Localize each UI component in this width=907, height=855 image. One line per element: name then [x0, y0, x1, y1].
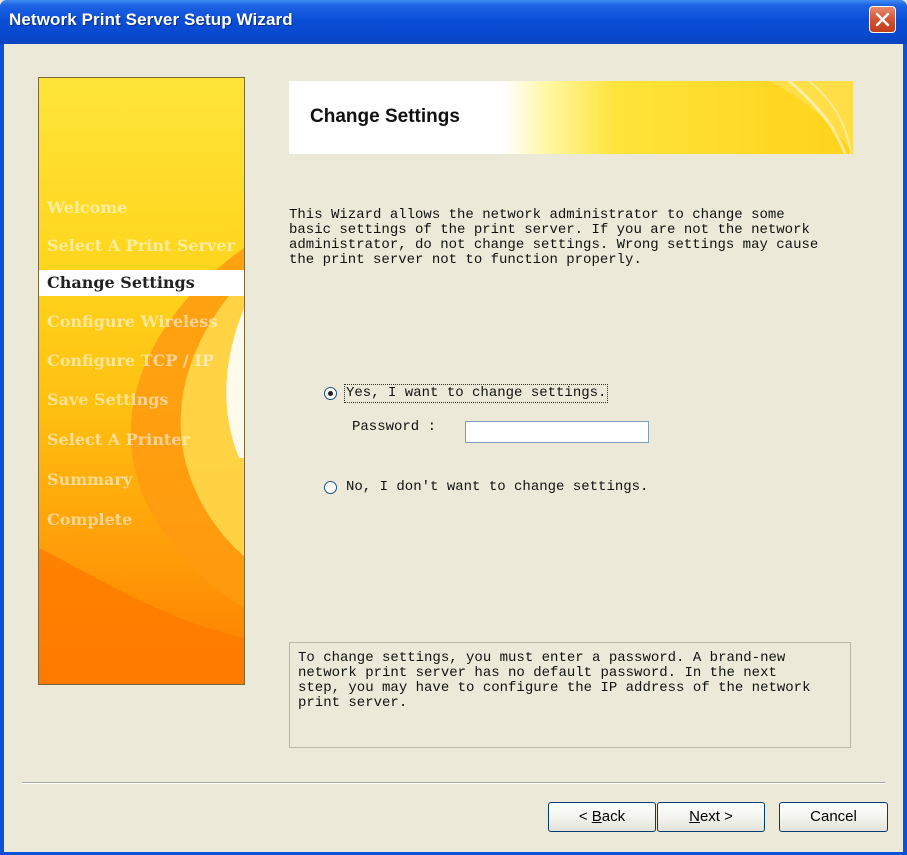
back-button[interactable]: < Back [548, 802, 656, 832]
password-input[interactable] [465, 421, 649, 443]
intro-line: This Wizard allows the network administr… [289, 207, 785, 223]
wizard-step-label: Select A Print Server [47, 236, 235, 255]
back-label-rest: ack [601, 808, 626, 825]
wizard-step-label: Configure Wireless [47, 312, 218, 331]
dialog-body: Welcome Select A Print Server Change Setti… [4, 44, 903, 852]
header-banner: Change Settings [289, 81, 853, 154]
wizard-step: Complete [47, 510, 132, 529]
close-icon [875, 12, 890, 27]
wizard-step: Save Settings [47, 390, 168, 409]
info-line: network print server has no default pass… [298, 665, 777, 681]
wizard-step-label: Change Settings [47, 273, 195, 292]
no-radio-label[interactable]: No, I don't want to change settings. [346, 480, 648, 495]
page-title: Change Settings [310, 106, 460, 127]
radio-selected-dot [328, 391, 333, 396]
window-title: Network Print Server Setup Wizard [9, 10, 293, 29]
yes-radio-label[interactable]: Yes, I want to change settings. [343, 384, 609, 403]
wizard-step-label: Save Settings [47, 390, 169, 409]
next-label-rest: ext > [699, 808, 733, 825]
password-label: Password : [352, 419, 437, 435]
next-button[interactable]: Next > [657, 802, 765, 832]
wizard-step-label: Complete [47, 510, 133, 529]
button-separator [22, 782, 885, 784]
intro-line: administrator, do not change settings. W… [289, 237, 819, 253]
intro-line: the print server not to function properl… [289, 252, 642, 268]
back-prefix: < [578, 808, 592, 825]
wizard-step: Select A Print Server [47, 236, 235, 255]
yes-radio[interactable] [324, 387, 337, 400]
close-button[interactable] [869, 6, 896, 33]
title-bar[interactable]: Network Print Server Setup Wizard [0, 0, 907, 44]
wizard-step-label: Configure TCP / IP [47, 351, 214, 370]
info-line: To change settings, you must enter a pas… [298, 650, 786, 666]
info-text: To change settings, you must enter a pas… [298, 651, 810, 711]
info-box: To change settings, you must enter a pas… [289, 642, 851, 748]
wizard-step-label: Summary [47, 470, 133, 489]
next-mnemonic: N [689, 808, 700, 825]
wizard-step: Configure TCP / IP [47, 351, 214, 370]
decorative-swirl [39, 248, 244, 684]
info-line: step, you may have to configure the IP a… [298, 680, 811, 696]
wizard-steps-panel: Welcome Select A Print Server Change Setti… [38, 77, 245, 685]
cancel-button[interactable]: Cancel [779, 802, 888, 832]
wizard-step-label: Select A Printer [47, 430, 190, 449]
wizard-step: Summary [47, 470, 132, 489]
back-mnemonic: B [591, 808, 602, 825]
no-radio[interactable] [324, 481, 337, 494]
intro-line: basic settings of the print server. If y… [289, 222, 810, 238]
wizard-window: Network Print Server Setup Wizard Welcom… [0, 0, 907, 855]
wizard-step: Select A Printer [47, 430, 190, 449]
wizard-step: Change Settings [39, 270, 244, 296]
wizard-step: Welcome [47, 198, 127, 217]
wizard-step-label: Welcome [47, 198, 128, 217]
info-line: print server. [298, 695, 408, 711]
intro-text: This Wizard allows the network administr… [289, 208, 849, 268]
wizard-step: Configure Wireless [47, 312, 217, 331]
